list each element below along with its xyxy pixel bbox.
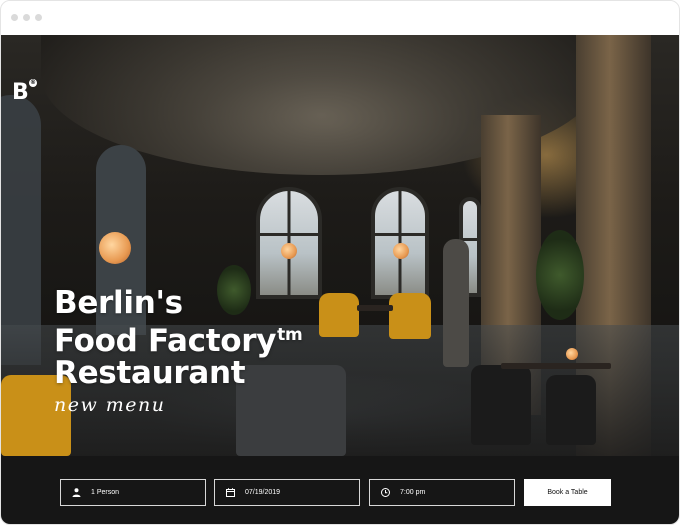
- trademark-mark: tm: [277, 325, 303, 345]
- title-line-text: Food Factory: [54, 323, 277, 359]
- window-dot-icon: [23, 14, 30, 21]
- registered-icon: ®: [29, 79, 37, 87]
- time-value: 7:00 pm: [400, 489, 426, 496]
- persons-value: 1 Person: [91, 489, 120, 496]
- window-dot-icon: [11, 14, 18, 21]
- chair: [471, 365, 531, 445]
- armchair: [319, 293, 359, 337]
- time-input[interactable]: 7:00 pm: [369, 479, 515, 506]
- plant: [536, 230, 584, 320]
- booking-bar: 1 Person 07/19/2019 7:00 pm Book a Table: [1, 456, 679, 524]
- page-title: Berlin's Food Factorytm Restaurant: [54, 285, 303, 391]
- chair: [546, 375, 596, 445]
- pendant-lamp: [393, 243, 409, 259]
- table-lamp: [566, 348, 578, 360]
- tagline: new menu: [54, 394, 166, 416]
- statue: [443, 239, 469, 367]
- date-input[interactable]: 07/19/2019: [214, 479, 360, 506]
- calendar-icon: [225, 487, 236, 498]
- pendant-lamp: [99, 232, 131, 264]
- window-titlebar: [1, 1, 679, 35]
- person-icon: [71, 487, 82, 498]
- pendant-lamp: [281, 243, 297, 259]
- clock-icon: [380, 487, 391, 498]
- title-line-2: Food Factorytm: [54, 319, 303, 359]
- table: [357, 305, 393, 311]
- title-line: Restaurant: [54, 355, 246, 391]
- browser-window: B ® Berlin's Food Factorytm Restaurant n…: [0, 0, 680, 525]
- date-value: 07/19/2019: [245, 489, 281, 496]
- title-line: Berlin's: [54, 285, 183, 321]
- armchair: [389, 293, 431, 339]
- book-table-button[interactable]: Book a Table: [524, 479, 611, 506]
- brand-logo[interactable]: B ®: [12, 79, 37, 105]
- table: [501, 363, 611, 369]
- window-dot-icon: [35, 14, 42, 21]
- hero-image: B ® Berlin's Food Factorytm Restaurant n…: [1, 35, 679, 456]
- persons-select[interactable]: 1 Person: [60, 479, 206, 506]
- brand-logo-letter: B: [12, 80, 29, 105]
